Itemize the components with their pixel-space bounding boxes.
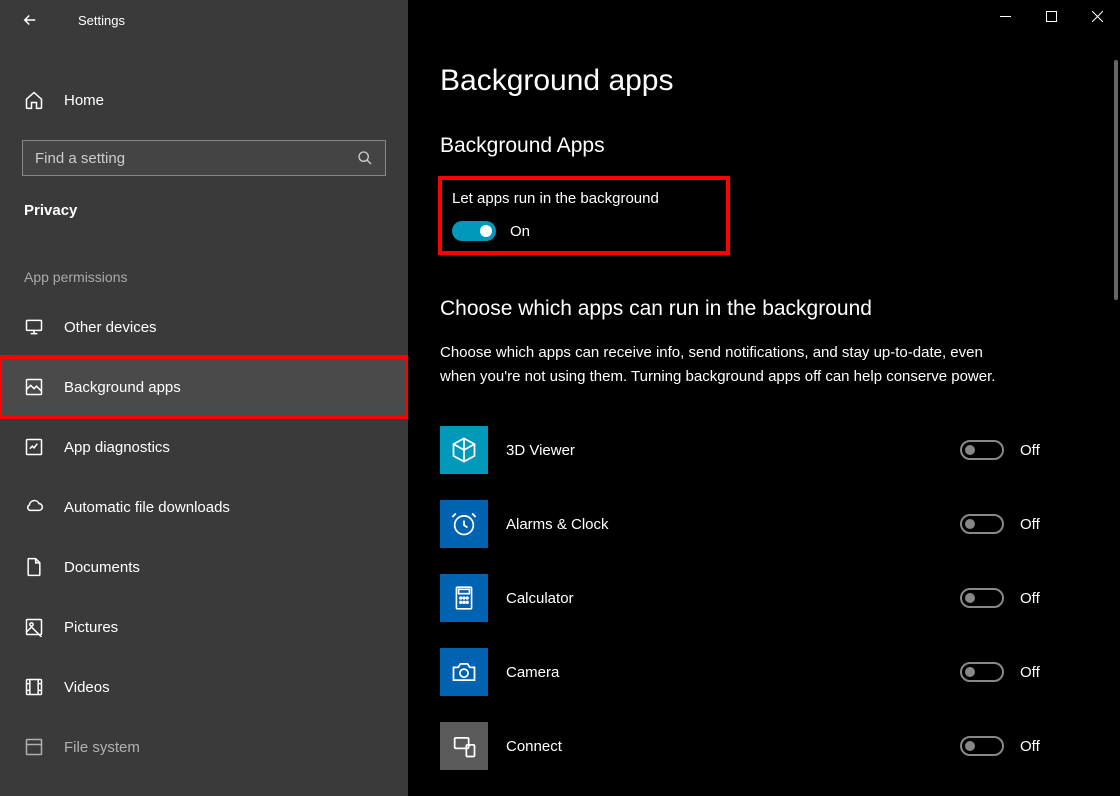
app-row: Alarms & Clock Off <box>440 487 1080 561</box>
app-toggle-state: Off <box>1020 590 1040 607</box>
titlebar: Settings <box>0 0 408 40</box>
sidebar-item-app-diagnostics[interactable]: App diagnostics <box>0 417 408 477</box>
sidebar-item-label: App diagnostics <box>64 439 170 456</box>
calculator-icon <box>440 574 488 622</box>
home-nav[interactable]: Home <box>0 76 408 124</box>
content-area: Background apps Background Apps Let apps… <box>408 0 1120 796</box>
master-toggle-row: On <box>452 221 716 241</box>
master-toggle-state: On <box>510 223 530 240</box>
section-title-2: Choose which apps can run in the backgro… <box>440 297 1080 321</box>
toggle-knob <box>965 593 975 603</box>
toggle-knob <box>965 445 975 455</box>
sidebar-item-label: Videos <box>64 679 110 696</box>
app-name: Connect <box>506 738 960 755</box>
master-toggle[interactable] <box>452 221 496 241</box>
app-toggle-wrap: Off <box>960 514 1080 534</box>
app-toggle[interactable] <box>960 588 1004 608</box>
sidebar-item-videos[interactable]: Videos <box>0 657 408 717</box>
document-icon <box>24 557 44 577</box>
arrow-left-icon <box>21 11 39 29</box>
category-label: Privacy <box>0 176 408 227</box>
diagnostics-icon <box>24 437 44 457</box>
sidebar-item-label: Pictures <box>64 619 118 636</box>
app-name: 3D Viewer <box>506 442 960 459</box>
app-name: Camera <box>506 664 960 681</box>
cloud-icon <box>24 497 44 517</box>
connect-icon <box>440 722 488 770</box>
app-toggle-wrap: Off <box>960 440 1080 460</box>
app-list: 3D Viewer Off Alarms & Clock Off Calculator O… <box>440 413 1080 783</box>
minimize-button[interactable] <box>982 0 1028 32</box>
page-title: Background apps <box>440 64 1080 98</box>
window-title: Settings <box>78 13 125 28</box>
app-row: Calculator Off <box>440 561 1080 635</box>
app-row: Camera Off <box>440 635 1080 709</box>
master-toggle-label: Let apps run in the background <box>452 190 716 207</box>
app-toggle-state: Off <box>1020 664 1040 681</box>
master-toggle-block: Let apps run in the background On <box>440 178 728 253</box>
toggle-knob <box>965 519 975 529</box>
app-toggle-state: Off <box>1020 442 1040 459</box>
sidebar-item-label: Background apps <box>64 379 181 396</box>
home-label: Home <box>64 92 104 109</box>
section-description: Choose which apps can receive info, send… <box>440 341 1020 389</box>
app-toggle-state: Off <box>1020 516 1040 533</box>
app-toggle[interactable] <box>960 736 1004 756</box>
alarm-icon <box>440 500 488 548</box>
app-name: Alarms & Clock <box>506 516 960 533</box>
toggle-knob <box>965 667 975 677</box>
filesystem-icon <box>24 737 44 757</box>
app-toggle-state: Off <box>1020 738 1040 755</box>
sidebar-item-pictures[interactable]: Pictures <box>0 597 408 657</box>
sidebar-item-label: File system <box>64 739 140 756</box>
app-row: 3D Viewer Off <box>440 413 1080 487</box>
close-button[interactable] <box>1074 0 1120 32</box>
sidebar-item-documents[interactable]: Documents <box>0 537 408 597</box>
maximize-button[interactable] <box>1028 0 1074 32</box>
app-name: Calculator <box>506 590 960 607</box>
monitor-icon <box>24 317 44 337</box>
sidebar-item-background-apps[interactable]: Background apps <box>0 357 408 417</box>
camera-icon <box>440 648 488 696</box>
app-toggle-wrap: Off <box>960 662 1080 682</box>
toggle-knob <box>965 741 975 751</box>
search-box[interactable] <box>22 140 386 176</box>
image-icon <box>24 377 44 397</box>
app-row: Connect Off <box>440 709 1080 783</box>
sidebar-item-label: Other devices <box>64 319 157 336</box>
toggle-knob <box>480 225 492 237</box>
app-toggle[interactable] <box>960 514 1004 534</box>
app-toggle[interactable] <box>960 440 1004 460</box>
video-icon <box>24 677 44 697</box>
sidebar: Settings Home Privacy App permissions Ot… <box>0 0 408 796</box>
section-title-1: Background Apps <box>440 134 1080 158</box>
search-icon <box>357 150 373 166</box>
search-container <box>22 140 386 176</box>
scrollbar[interactable] <box>1114 60 1118 300</box>
group-label: App permissions <box>0 227 408 297</box>
app-toggle-wrap: Off <box>960 588 1080 608</box>
close-icon <box>1092 11 1103 22</box>
main-panel: Background apps Background Apps Let apps… <box>408 0 1120 796</box>
picture-icon <box>24 617 44 637</box>
sidebar-item-file-system[interactable]: File system <box>0 717 408 777</box>
sidebar-item-label: Documents <box>64 559 140 576</box>
sidebar-item-label: Automatic file downloads <box>64 499 230 516</box>
app-toggle[interactable] <box>960 662 1004 682</box>
cube-icon <box>440 426 488 474</box>
home-icon <box>24 90 44 110</box>
window-controls <box>982 0 1120 32</box>
back-button[interactable] <box>18 8 42 32</box>
minimize-icon <box>1000 11 1011 22</box>
sidebar-item-auto-downloads[interactable]: Automatic file downloads <box>0 477 408 537</box>
maximize-icon <box>1046 11 1057 22</box>
app-toggle-wrap: Off <box>960 736 1080 756</box>
search-input[interactable] <box>35 150 357 167</box>
sidebar-item-other-devices[interactable]: Other devices <box>0 297 408 357</box>
